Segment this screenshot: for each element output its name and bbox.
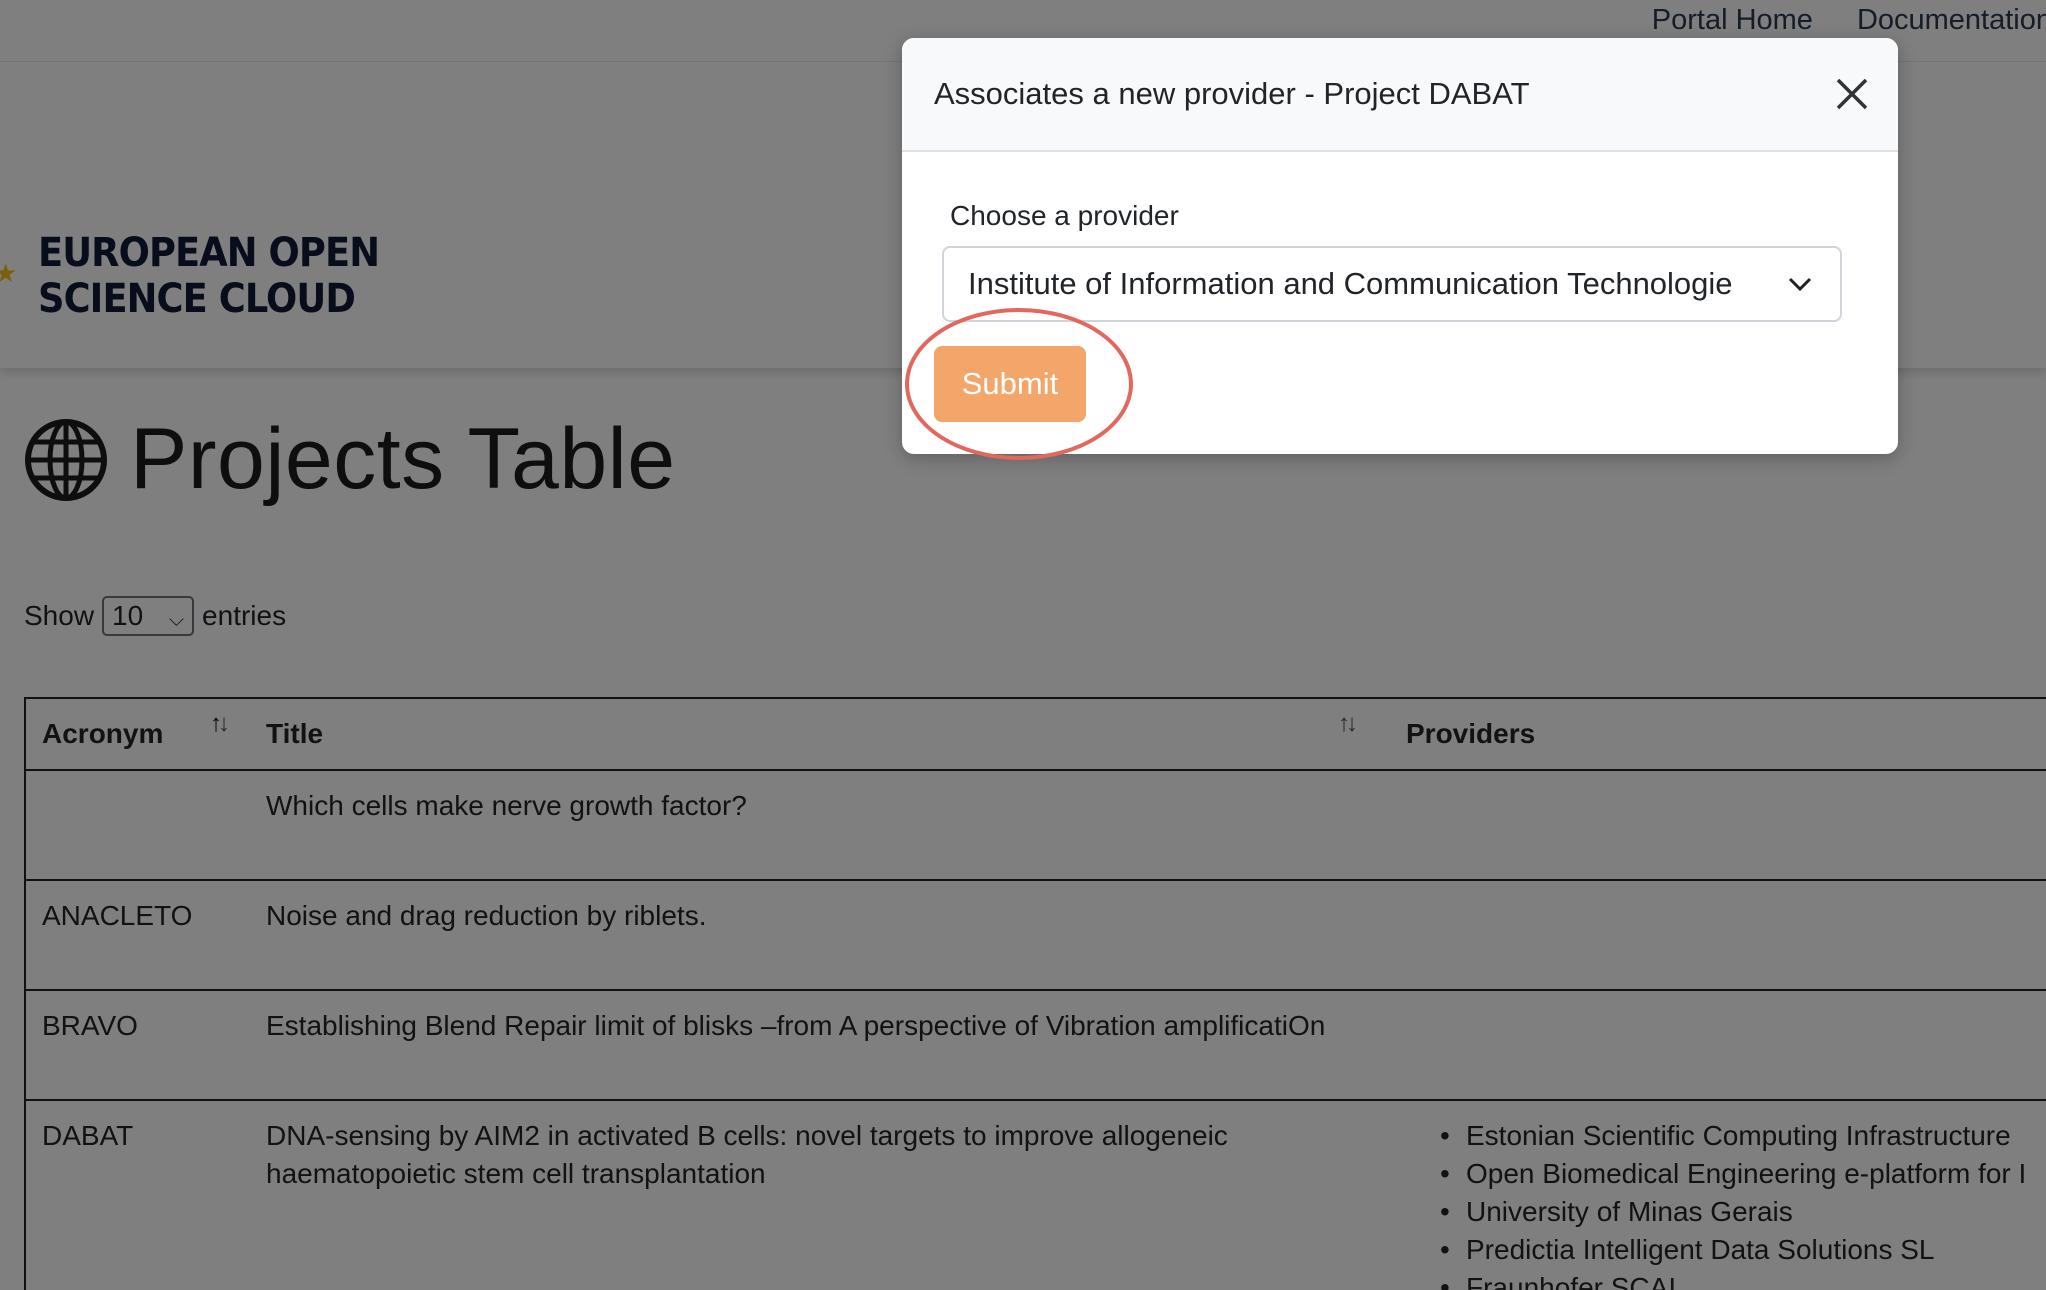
- modal-header: Associates a new provider - Project DABA…: [902, 38, 1898, 152]
- submit-button[interactable]: Submit: [934, 346, 1086, 422]
- modal-body: Choose a provider Institute of Informati…: [902, 152, 1898, 322]
- provider-select[interactable]: Institute of Information and Communicati…: [942, 246, 1842, 322]
- add-provider-modal: Associates a new provider - Project DABA…: [902, 38, 1898, 454]
- provider-select-value: Institute of Information and Communicati…: [968, 266, 1733, 301]
- chevron-down-icon: [1788, 277, 1812, 292]
- choose-provider-label: Choose a provider: [950, 200, 1179, 231]
- close-icon[interactable]: [1832, 74, 1872, 114]
- modal-title: Associates a new provider - Project DABA…: [934, 76, 1530, 111]
